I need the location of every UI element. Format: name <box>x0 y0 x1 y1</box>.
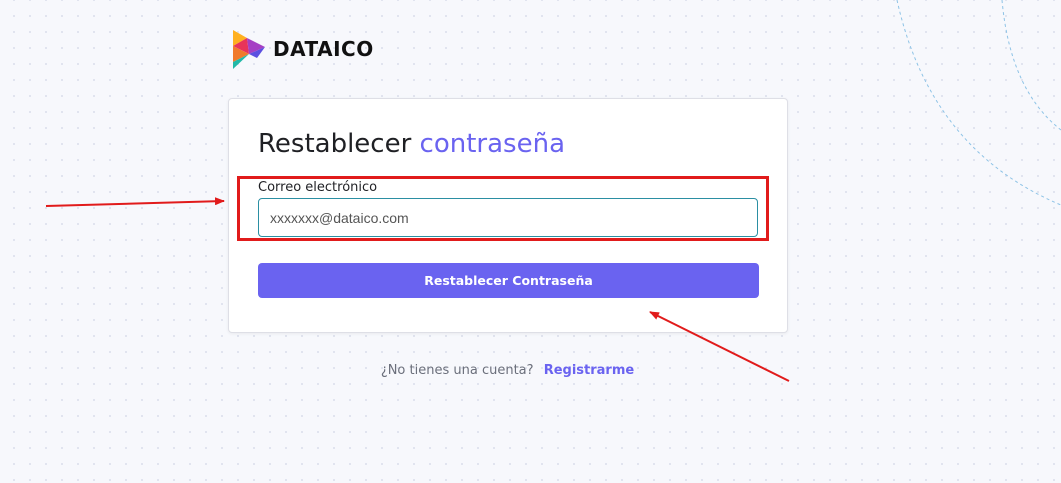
signup-prompt-text: ¿No tienes una cuenta? <box>380 363 534 378</box>
decorative-arc-inner <box>896 0 1061 206</box>
reset-password-button[interactable]: Restablecer Contraseña <box>258 263 759 298</box>
dataico-triangles-icon <box>233 30 265 69</box>
title-main: Restablecer <box>258 129 412 159</box>
annotation-arrow-left <box>45 197 225 207</box>
annotation-highlight-box <box>237 176 769 241</box>
page-title: Restablecer contraseña <box>258 129 565 159</box>
brand-name: DATAICO <box>273 37 374 61</box>
signup-prompt-row: ¿No tienes una cuenta? Registrarme <box>0 363 1015 378</box>
brand-logo[interactable]: DATAICO <box>231 28 374 70</box>
register-link[interactable]: Registrarme <box>544 363 635 378</box>
decorative-arc-outer <box>1001 0 1061 131</box>
title-accent: contraseña <box>419 129 565 159</box>
